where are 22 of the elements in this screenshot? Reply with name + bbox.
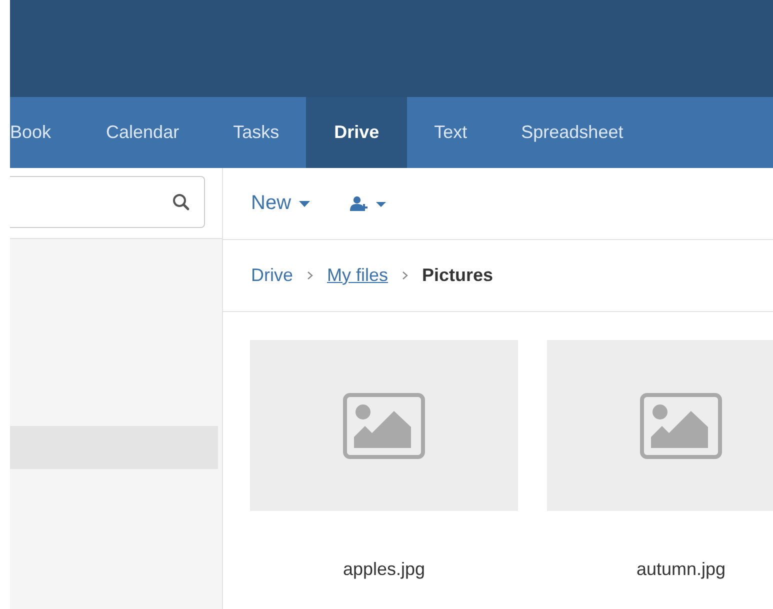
- file-name: autumn.jpg: [635, 559, 727, 580]
- search-field[interactable]: [10, 176, 205, 228]
- new-button[interactable]: New: [251, 188, 310, 219]
- nav-tab[interactable]: Book: [10, 97, 80, 168]
- nav-tab[interactable]: Drive: [306, 97, 408, 168]
- breadcrumb-link[interactable]: Drive: [251, 265, 294, 286]
- search-icon[interactable]: [172, 193, 190, 211]
- chevron-icon: [307, 271, 314, 280]
- nav-tab[interactable]: Tasks: [206, 97, 306, 168]
- nav-tab[interactable]: Spreadsheet: [494, 97, 650, 168]
- file-name: apples.jpg: [342, 559, 426, 580]
- nav-tab[interactable]: Calendar: [79, 97, 206, 168]
- file-thumbnail[interactable]: [547, 340, 773, 511]
- breadcrumb-link[interactable]: My files: [327, 265, 388, 286]
- file-thumbnail[interactable]: [250, 340, 518, 511]
- image-icon: [343, 392, 425, 458]
- chevron-icon: [402, 271, 408, 280]
- caret-icon: [299, 200, 310, 206]
- image-icon: [640, 392, 722, 458]
- breadcrumb-current: Pictures: [422, 265, 494, 286]
- sidebar-highlight-row[interactable]: [10, 426, 218, 469]
- nav-tab[interactable]: Text: [407, 97, 494, 168]
